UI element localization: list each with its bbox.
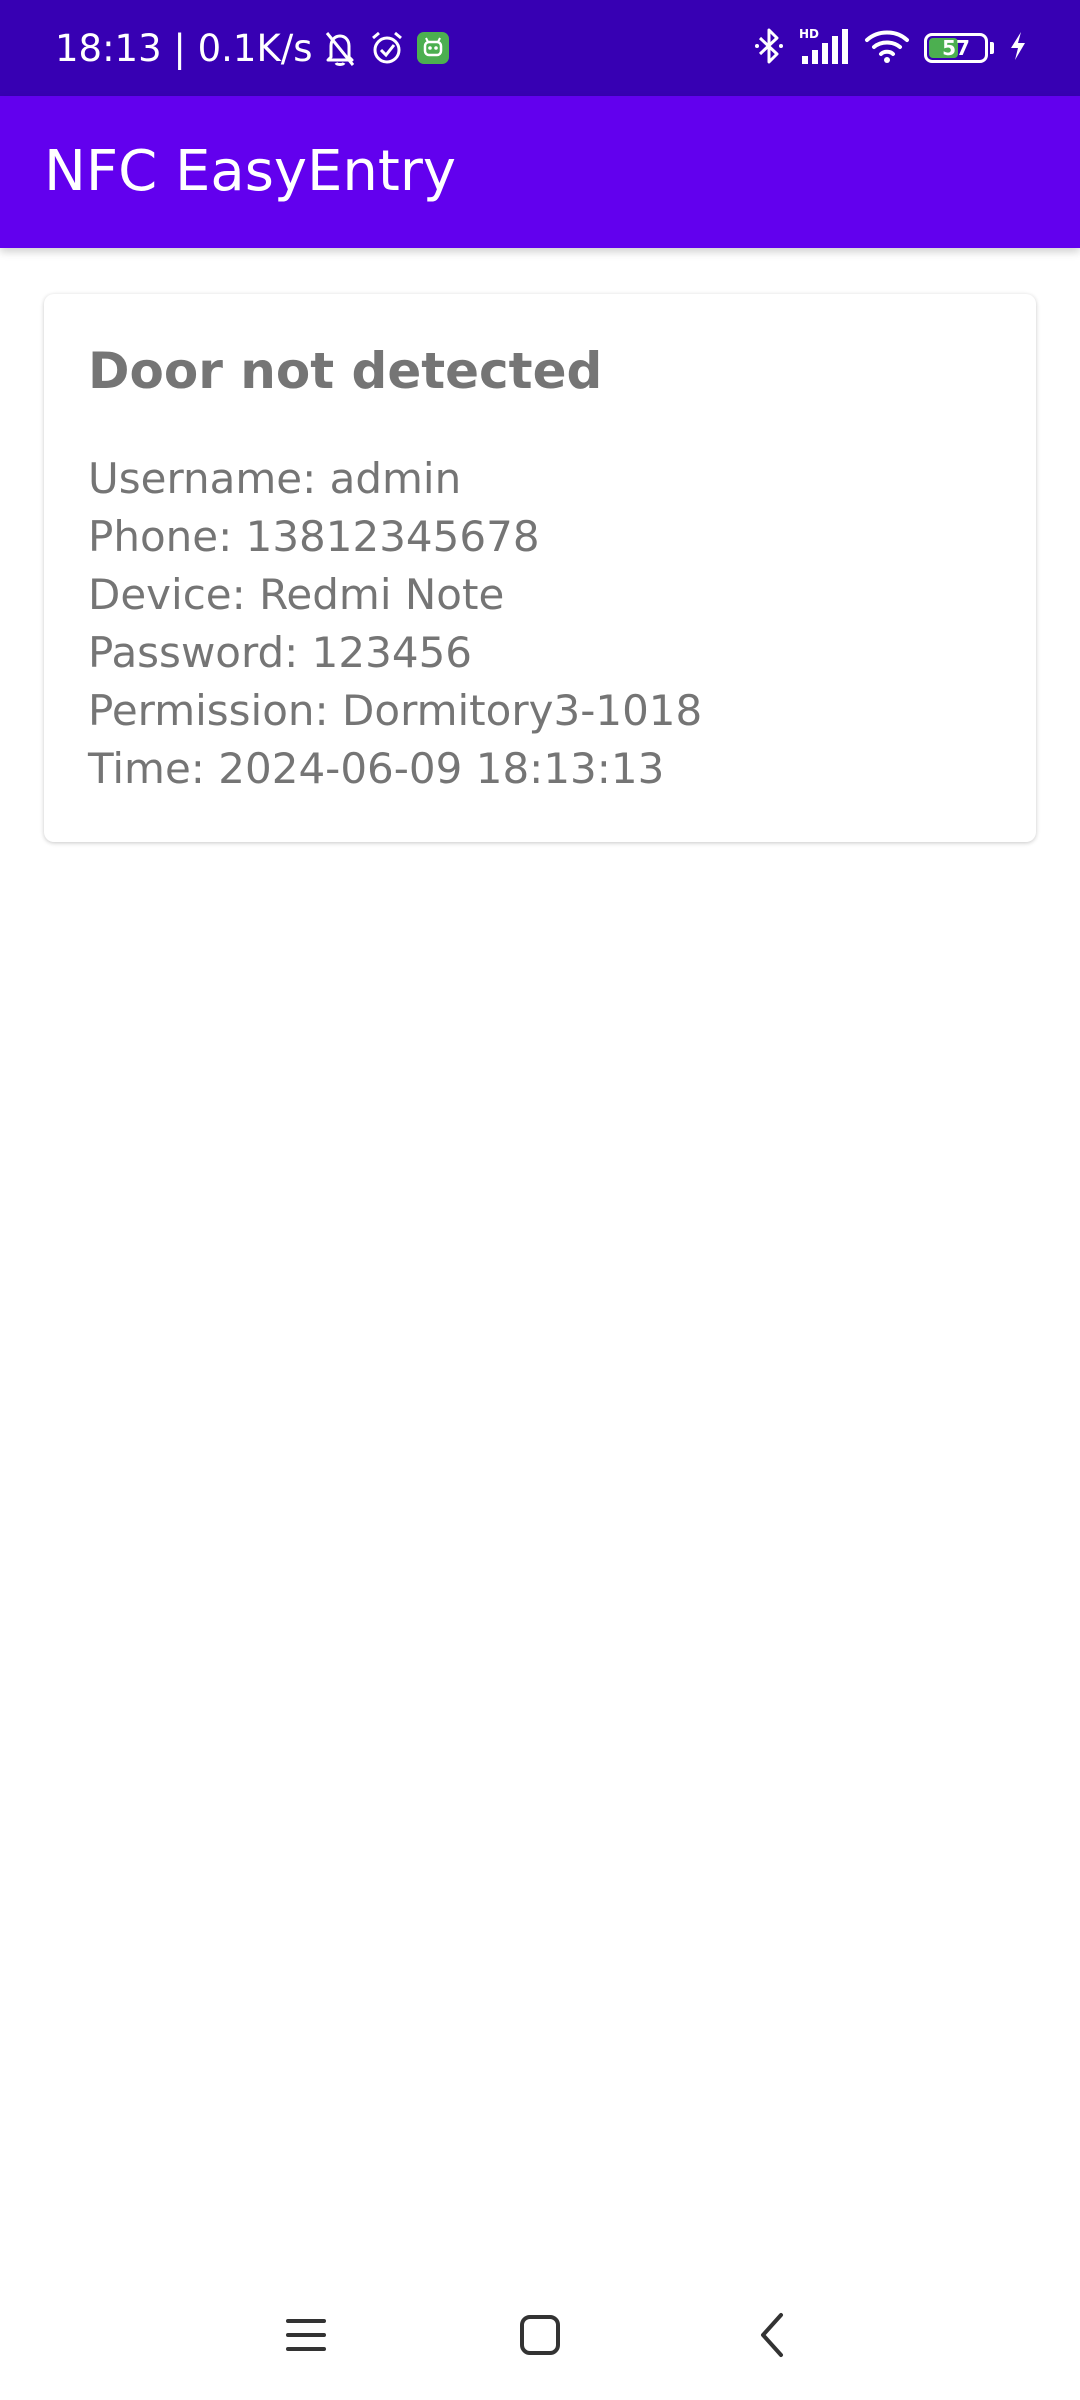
app-bar: NFC EasyEntry [0, 96, 1080, 248]
navigation-bar [0, 2270, 1080, 2400]
phone-line: Phone: 13812345678 [88, 512, 540, 561]
signal-hd-label: HD [799, 27, 819, 41]
door-status-title: Door not detected [88, 342, 603, 400]
home-icon [520, 2315, 560, 2355]
back-icon [761, 2313, 783, 2357]
status-bar: 18:13 | 0.1K/s HD 57 [0, 0, 1080, 96]
mute-icon [322, 29, 358, 67]
home-button[interactable] [500, 2295, 580, 2375]
signal-icon: HD [798, 26, 850, 70]
username-line: Username: admin [88, 454, 462, 503]
status-right: HD 57 [754, 0, 1028, 96]
battery-cap [990, 42, 994, 54]
status-left: 18:13 | 0.1K/s [55, 0, 450, 96]
status-time-speed: 18:13 | 0.1K/s [55, 26, 313, 70]
wifi-icon [864, 28, 910, 68]
password-line: Password: 123456 [88, 628, 473, 677]
back-button[interactable] [732, 2295, 812, 2375]
battery-level: 57 [942, 36, 970, 60]
battery-icon: 57 [924, 33, 988, 63]
app-title: NFC EasyEntry [44, 139, 457, 204]
time-line: Time: 2024-06-09 18:13:13 [88, 744, 665, 793]
bluetooth-icon [754, 27, 784, 69]
recents-button[interactable] [266, 2295, 346, 2375]
door-status-card: Door not detected Username: admin Phone:… [44, 294, 1036, 842]
permission-line: Permission: Dormitory3-1018 [88, 686, 703, 735]
charging-icon [1008, 30, 1028, 66]
menu-icon [286, 2319, 326, 2351]
device-line: Device: Redmi Note [88, 570, 505, 619]
alarm-icon [368, 29, 406, 67]
user-info-list: Username: admin Phone: 13812345678 Devic… [88, 450, 702, 798]
app-notification-icon [416, 31, 450, 65]
